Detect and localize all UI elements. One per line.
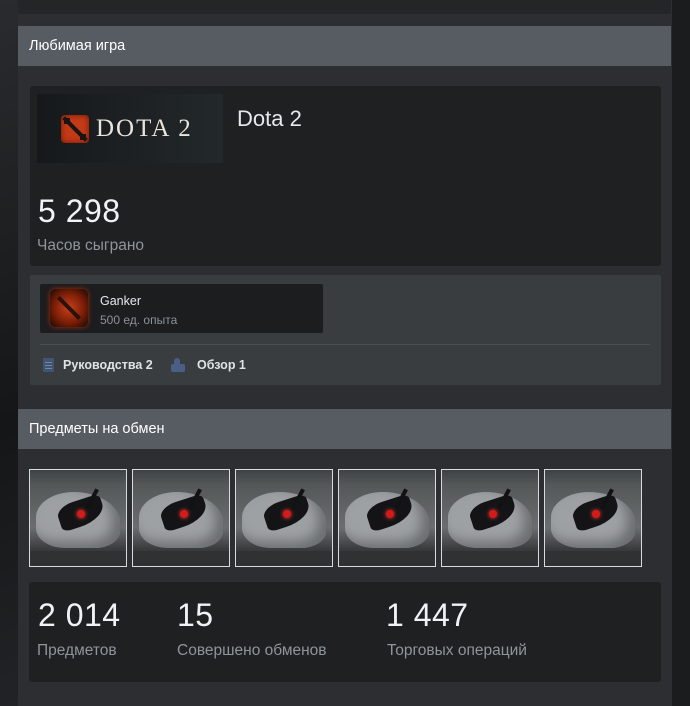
guides-link[interactable]: Руководства 2 <box>43 356 153 374</box>
section-title: Предметы на обмен <box>18 409 671 449</box>
hours-played-label: Часов сыграно <box>37 237 145 254</box>
market-count-value[interactable]: 1 447 <box>386 597 469 634</box>
game-name-link[interactable]: Dota 2 <box>237 106 302 132</box>
reviews-link-label: Обзор 1 <box>197 358 246 372</box>
section-title: Любимая игра <box>18 26 671 66</box>
trade-item[interactable] <box>235 469 333 567</box>
trade-items-section: Предметы на обмен 2 014 Предметов 15 Сов… <box>18 409 671 696</box>
trade-stats-card: 2 014 Предметов 15 Совершено обменов 1 4… <box>29 582 661 682</box>
items-count-label: Предметов <box>37 642 117 659</box>
trades-count-label: Совершено обменов <box>177 642 327 659</box>
game-logo-text: DOTA 2 <box>96 114 193 142</box>
page-background <box>0 0 18 706</box>
trade-item[interactable] <box>544 469 642 567</box>
badge-item[interactable]: Ganker 500 ед. опыта <box>40 284 323 333</box>
hours-played-value: 5 298 <box>38 193 121 229</box>
trades-count-value: 15 <box>177 597 214 633</box>
trade-item[interactable] <box>29 469 127 567</box>
badge-xp: 500 ед. опыта <box>100 313 178 327</box>
badge-icon <box>50 289 88 327</box>
thumbs-up-icon <box>171 358 185 372</box>
previous-section-bottom <box>18 0 671 14</box>
items-count-value[interactable]: 2 014 <box>38 597 121 634</box>
page-margin <box>672 0 690 706</box>
game-achievements-card: Ganker 500 ед. опыта Руководства 2 Обзор… <box>30 275 661 385</box>
game-card[interactable]: DOTA 2 Dota 2 5 298 Часов сыграно <box>30 86 661 266</box>
trade-item[interactable] <box>441 469 539 567</box>
guide-icon <box>43 358 54 372</box>
guides-link-label: Руководства 2 <box>63 358 153 372</box>
favorite-game-section: Любимая игра DOTA 2 Dota 2 5 298 Часов с… <box>18 26 671 396</box>
market-count-label: Торговых операций <box>387 642 527 659</box>
game-logo[interactable]: DOTA 2 <box>37 94 223 163</box>
divider <box>40 344 650 345</box>
badge-name: Ganker <box>100 294 141 308</box>
dota-logo-icon <box>61 114 89 143</box>
trade-item[interactable] <box>132 469 230 567</box>
trade-items-row <box>29 469 647 567</box>
trade-item[interactable] <box>338 469 436 567</box>
reviews-link[interactable]: Обзор 1 <box>171 356 246 374</box>
